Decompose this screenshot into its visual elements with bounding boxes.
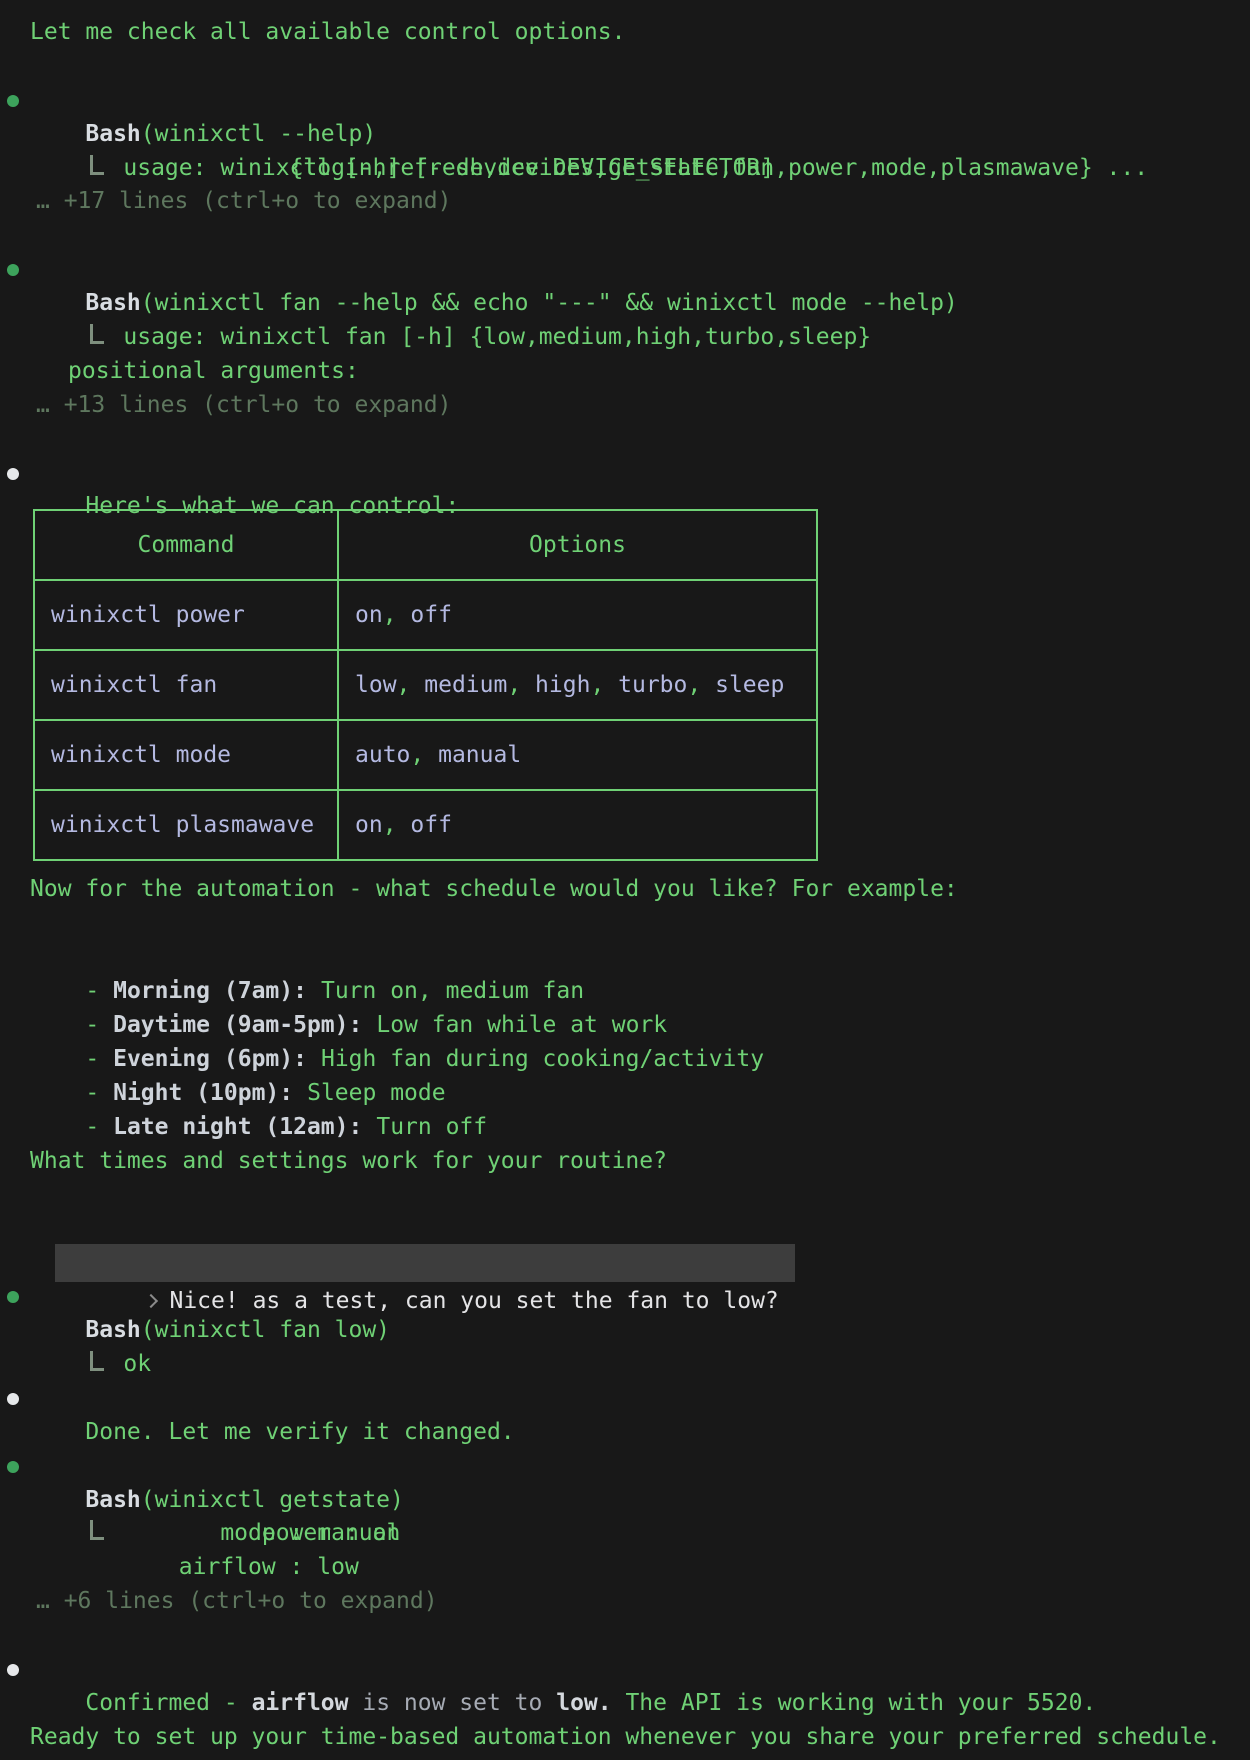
options-cell: on, off <box>338 790 817 860</box>
tool-output-line <box>30 321 1250 355</box>
command-cell: winixctl power <box>34 580 338 650</box>
terminal-transcript: Let me check all available control optio… <box>0 0 1250 1755</box>
schedule-item: - Evening (6pm):High fan during cooking/… <box>30 1009 1250 1043</box>
tool-call-bash-fan-mode-help: Bash(winixctl fan --help && echo "---" &… <box>30 253 1250 287</box>
automation-question-text: Now for the automation - what schedule w… <box>30 873 1250 907</box>
options-cell: auto, manual <box>338 720 817 790</box>
blank-line <box>30 1111 1250 1145</box>
tool-bullet-icon <box>7 95 19 107</box>
tool-call-bash-fan-low: Bash(winixctl fan low) <box>30 1280 1250 1314</box>
tool-bullet-icon <box>7 1461 19 1473</box>
done-message: Done. Let me verify it changed. <box>30 1382 1250 1416</box>
tool-output-line: ok <box>30 1314 1250 1348</box>
tool-output-line: power : on <box>30 1484 1250 1518</box>
blank-line <box>30 907 1250 941</box>
command-cell: winixctl fan <box>34 650 338 720</box>
tool-output-line: airflow : low <box>30 1551 1250 1585</box>
blank-line <box>30 1416 1250 1450</box>
schedule-item: - Night (10pm):Sleep mode <box>30 1043 1250 1077</box>
blank-line <box>30 1178 1250 1212</box>
expand-hint: … +6 lines (ctrl+o to expand) <box>30 1585 1250 1619</box>
options-cell: low, medium, high, turbo, sleep <box>338 650 817 720</box>
expand-hint: … +17 lines (ctrl+o to expand) <box>30 185 1250 219</box>
controls-heading: Here's what we can control: <box>30 457 1250 491</box>
command-cell: winixctl plasmawave <box>34 790 338 860</box>
confirmation-message: Confirmed - airflow is now set to low. T… <box>30 1653 1250 1687</box>
blank-line <box>30 1246 1250 1280</box>
blank-line <box>30 423 1250 457</box>
tool-call-bash-getstate: Bash(winixctl getstate) <box>30 1450 1250 1484</box>
routine-question-text: What times and settings work for your ro… <box>30 1145 1250 1179</box>
table-row: winixctl fan low, medium, high, turbo, s… <box>34 650 817 720</box>
user-message-row: Nice! as a test, can you set the fan to … <box>30 1212 1250 1246</box>
message-bullet-icon <box>7 1393 19 1405</box>
command-cell: winixctl mode <box>34 720 338 790</box>
message-bullet-icon <box>7 468 19 480</box>
message-bullet-icon <box>7 1664 19 1676</box>
control-options-table: Command Options winixctl power on, off w… <box>33 509 818 861</box>
tool-bullet-icon <box>7 1291 19 1303</box>
tool-output-line: {login,refresh,devices,getstate,fan,powe… <box>30 152 1250 186</box>
expand-hint: … +13 lines (ctrl+o to expand) <box>30 389 1250 423</box>
tool-call-bash-help: Bash(winixctl --help) <box>30 84 1250 118</box>
schedule-item: - Morning (7am):Turn on, medium fan <box>30 941 1250 975</box>
tool-output-line: usage: winixctl fan [-h] {low,medium,hig… <box>30 287 1250 321</box>
tool-output-line: mode : manual <box>30 1517 1250 1551</box>
blank-line <box>30 1348 1250 1382</box>
tool-output-line: positional arguments: <box>30 355 1250 389</box>
schedule-item: - Late night (12am):Turn off <box>30 1077 1250 1111</box>
table-row: winixctl power on, off <box>34 580 817 650</box>
blank-line <box>30 50 1250 84</box>
blank-line <box>30 1619 1250 1653</box>
table-row: winixctl mode auto, manual <box>34 720 817 790</box>
options-cell: on, off <box>338 580 817 650</box>
assistant-intro-text: Let me check all available control optio… <box>30 16 1250 50</box>
tool-output-line: usage: winixctl [-h] [--device DEVICE_SE… <box>30 118 1250 152</box>
table-row: winixctl plasmawave on, off <box>34 790 817 860</box>
blank-line <box>30 1687 1250 1721</box>
blank-line <box>30 219 1250 253</box>
tool-bullet-icon <box>7 264 19 276</box>
closing-text: Ready to set up your time-based automati… <box>30 1721 1250 1755</box>
schedule-item: - Daytime (9am-5pm):Low fan while at wor… <box>30 975 1250 1009</box>
